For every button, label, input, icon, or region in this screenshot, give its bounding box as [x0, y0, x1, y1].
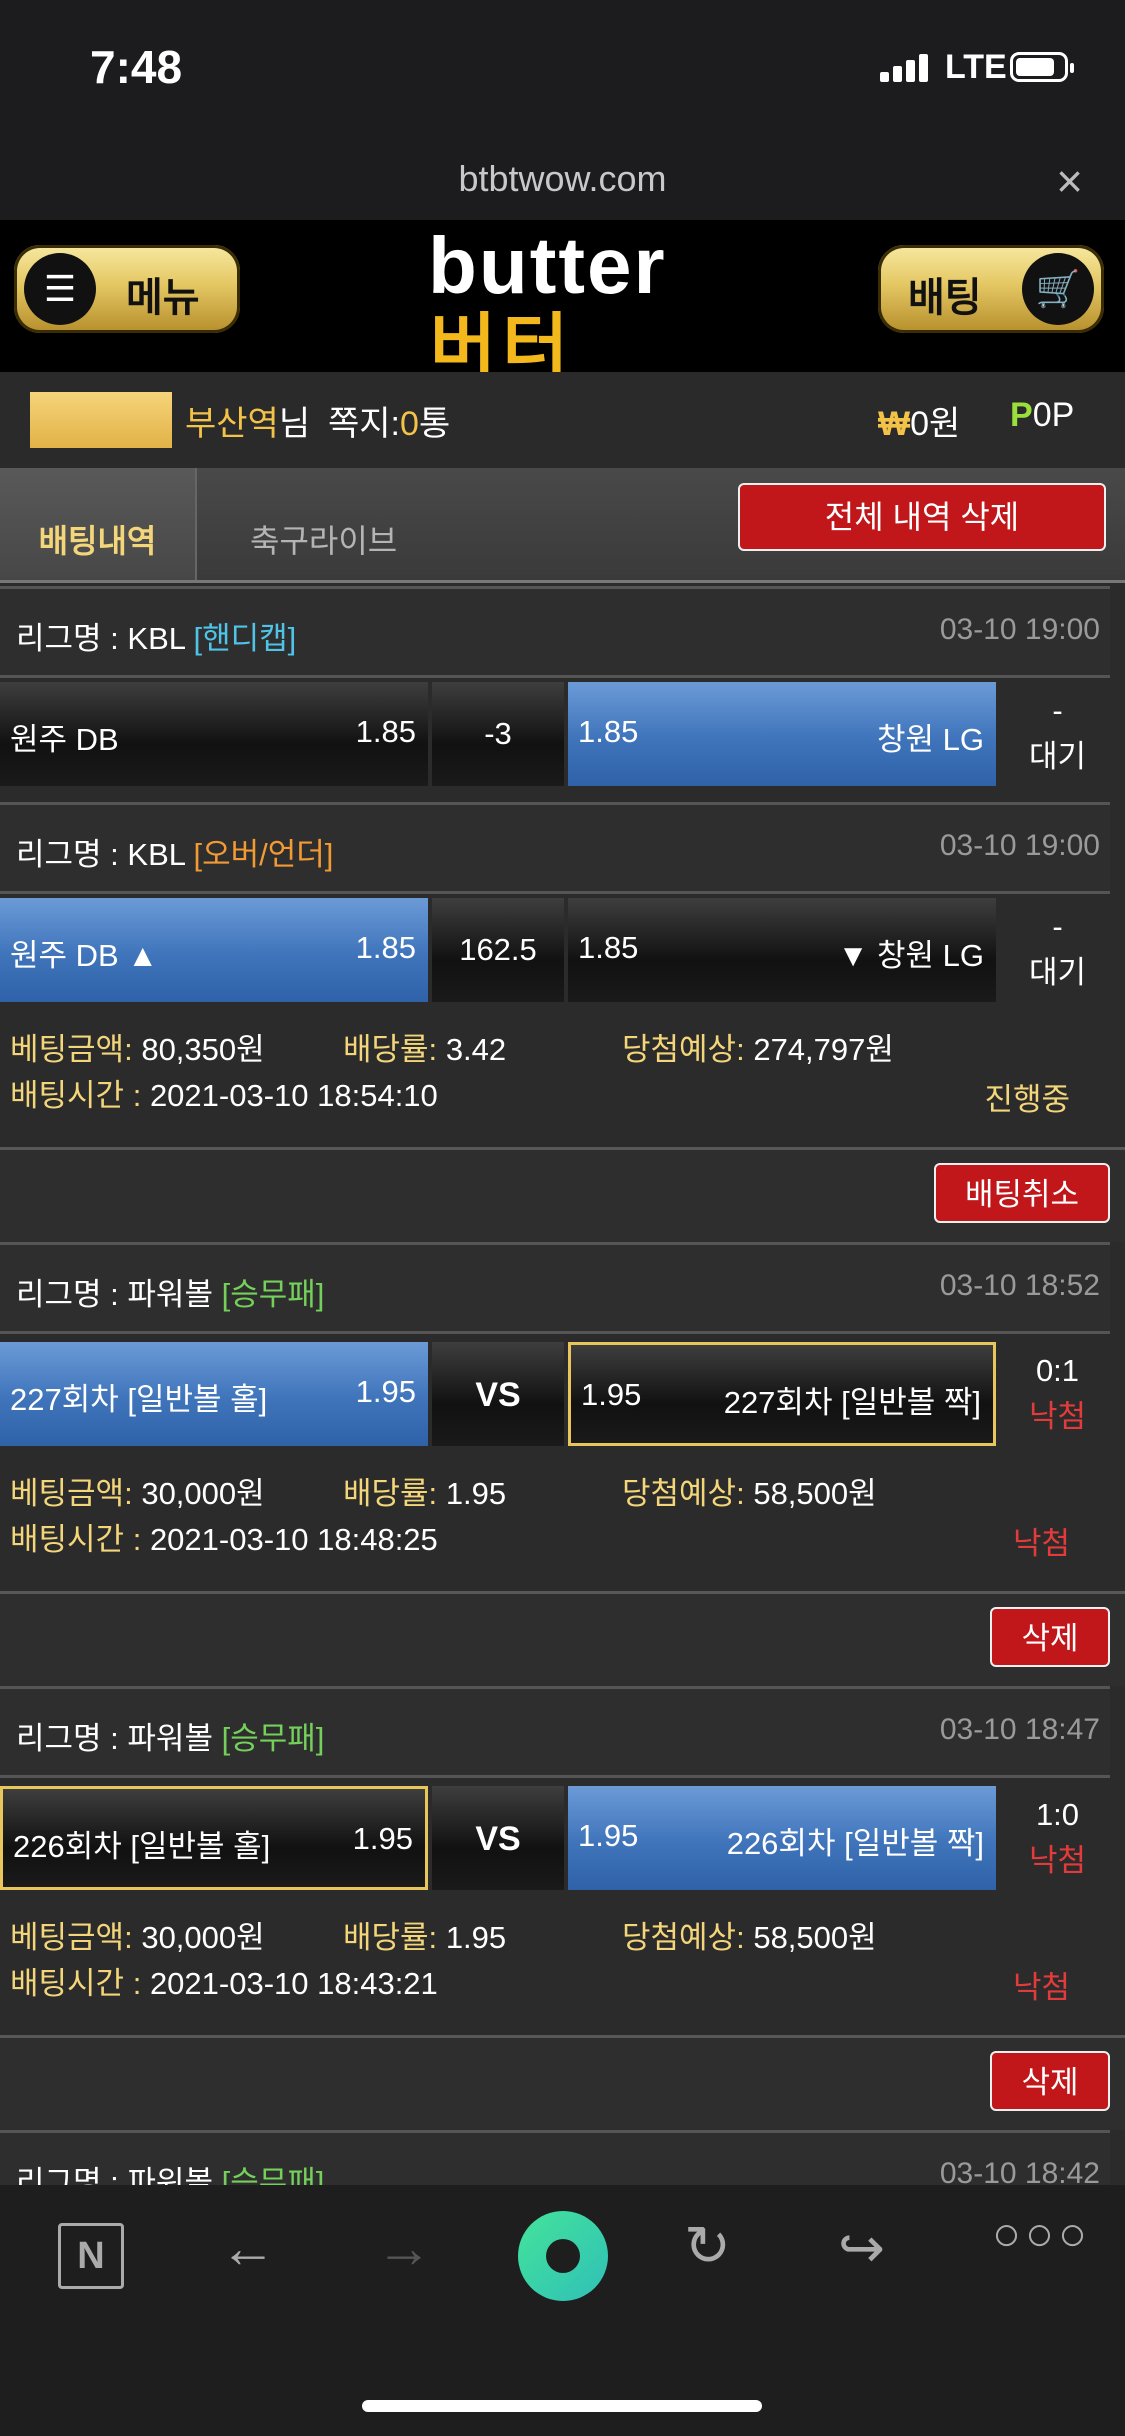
match-result: 0:1 낙첨: [1028, 1353, 1087, 1434]
delete-button[interactable]: 삭제: [990, 1607, 1110, 1667]
tab-bet-history[interactable]: 배팅내역: [0, 468, 197, 580]
match-result: 1:0 낙첨: [1028, 1797, 1087, 1878]
vs-label: VS: [432, 1342, 564, 1446]
menu-button[interactable]: ☰ 메뉴: [14, 245, 240, 333]
cancel-bet-button[interactable]: 배팅취소: [934, 1163, 1110, 1223]
home-pick[interactable]: 원주 DB 1.85: [0, 682, 428, 786]
match-result: - 대기: [1028, 693, 1087, 774]
forward-icon[interactable]: →: [376, 2215, 432, 2280]
match-row: 227회차 [일반볼 홀] 1.95 VS 1.95 227회차 [일반볼 짝] 0…: [0, 1342, 1125, 1450]
delete-all-button[interactable]: 전체 내역 삭제: [738, 483, 1106, 551]
delete-button[interactable]: 삭제: [990, 2051, 1110, 2111]
home-icon[interactable]: [518, 2211, 608, 2301]
url-text[interactable]: btbtwow.com: [0, 158, 1125, 200]
site-header: ☰ 메뉴 butter 버터 배팅 🛒: [0, 220, 1125, 388]
menu-label: 메뉴: [126, 276, 200, 320]
refresh-icon[interactable]: ↻: [684, 2213, 731, 2279]
league-header: 리그명 : 파워볼 [승무패] 03-10 18:47: [0, 1686, 1110, 1778]
handicap-value: -3: [432, 682, 564, 786]
home-indicator[interactable]: [362, 2400, 762, 2412]
total-line: 162.5: [432, 898, 564, 1002]
away-pick-selected[interactable]: 1.85 창원 LG: [568, 682, 996, 786]
share-icon[interactable]: ↪: [838, 2215, 885, 2281]
bet-summary: 베팅금액: 80,350원 배당률: 3.42 당첨예상: 274,797원 배…: [0, 1012, 1125, 1147]
battery-icon: [1010, 52, 1074, 82]
point-icon: P: [1010, 396, 1033, 434]
match-row: 원주 DB ▲ 1.85 162.5 1.85 ▼ 창원 LG - 대기: [0, 898, 1125, 1006]
signal-icon: [880, 54, 932, 82]
bet-action-row: 삭제: [0, 2038, 1125, 2130]
match-row: 원주 DB 1.85 -3 1.85 창원 LG - 대기: [0, 682, 1125, 790]
even-pick-selected[interactable]: 1.95 226회차 [일반볼 짝]: [568, 1786, 996, 1890]
match-result: - 대기: [1028, 909, 1087, 990]
bet-action-row: 삭제: [0, 1594, 1125, 1686]
bet-status: 진행중: [984, 1082, 1070, 1117]
address-bar[interactable]: btbtwow.com ×: [0, 140, 1125, 220]
under-pick[interactable]: 1.85 ▼ 창원 LG: [568, 898, 996, 1002]
more-icon[interactable]: ○○○: [992, 2207, 1091, 2262]
even-pick-result[interactable]: 1.95 227회차 [일반볼 짝]: [568, 1342, 996, 1446]
bet-summary: 베팅금액: 30,000원 배당률: 1.95 당첨예상: 58,500원 배팅…: [0, 1900, 1125, 2035]
bet-label: 배팅: [908, 276, 982, 320]
tab-bar: 배팅내역 축구라이브 전체 내역 삭제: [0, 468, 1125, 583]
username: 부산역님: [185, 405, 311, 443]
clock: 7:48: [90, 41, 183, 93]
league-header: 리그명 : KBL [핸디캡] 03-10 19:00: [0, 586, 1110, 678]
bet-status: 낙첨: [1012, 1970, 1070, 2005]
bet-slip-button[interactable]: 배팅 🛒: [878, 245, 1104, 333]
odd-pick-result[interactable]: 226회차 [일반볼 홀] 1.95: [0, 1786, 428, 1890]
bet-action-row: 배팅취소: [0, 1150, 1125, 1242]
bet-summary: 베팅금액: 30,000원 배당률: 1.95 당첨예상: 58,500원 배팅…: [0, 1456, 1125, 1591]
user-bar: 부산역님 쪽지:0통 ₩0원 P0P: [0, 372, 1125, 470]
status-bar: 7:48 LTE: [0, 0, 1125, 140]
vs-label: VS: [432, 1786, 564, 1890]
points: P0P: [1010, 396, 1075, 434]
message-count[interactable]: 쪽지:0통: [328, 396, 450, 445]
balance: ₩0원: [878, 405, 961, 443]
odd-pick-selected[interactable]: 227회차 [일반볼 홀] 1.95: [0, 1342, 428, 1446]
league-header: 리그명 : KBL [오버/언더] 03-10 19:00: [0, 802, 1110, 894]
over-pick-selected[interactable]: 원주 DB ▲ 1.85: [0, 898, 428, 1002]
league-header: 리그명 : 파워볼 [승무패] 03-10 18:52: [0, 1242, 1110, 1334]
bet-status: 낙첨: [1012, 1526, 1070, 1561]
browser-toolbar: N ← → ↻ ↪ ○○○: [0, 2185, 1125, 2436]
won-icon: ₩: [878, 405, 911, 443]
match-row: 226회차 [일반볼 홀] 1.95 VS 1.95 226회차 [일반볼 짝] 1…: [0, 1786, 1125, 1894]
avatar: [30, 392, 172, 448]
cart-icon: 🛒: [1022, 253, 1094, 325]
back-icon[interactable]: ←: [220, 2215, 276, 2280]
close-icon[interactable]: ×: [1056, 154, 1083, 208]
tab-soccer-live[interactable]: 축구라이브: [250, 516, 397, 562]
hamburger-icon: ☰: [24, 253, 96, 325]
network-type: LTE: [945, 48, 1007, 86]
naver-icon[interactable]: N: [58, 2223, 124, 2289]
